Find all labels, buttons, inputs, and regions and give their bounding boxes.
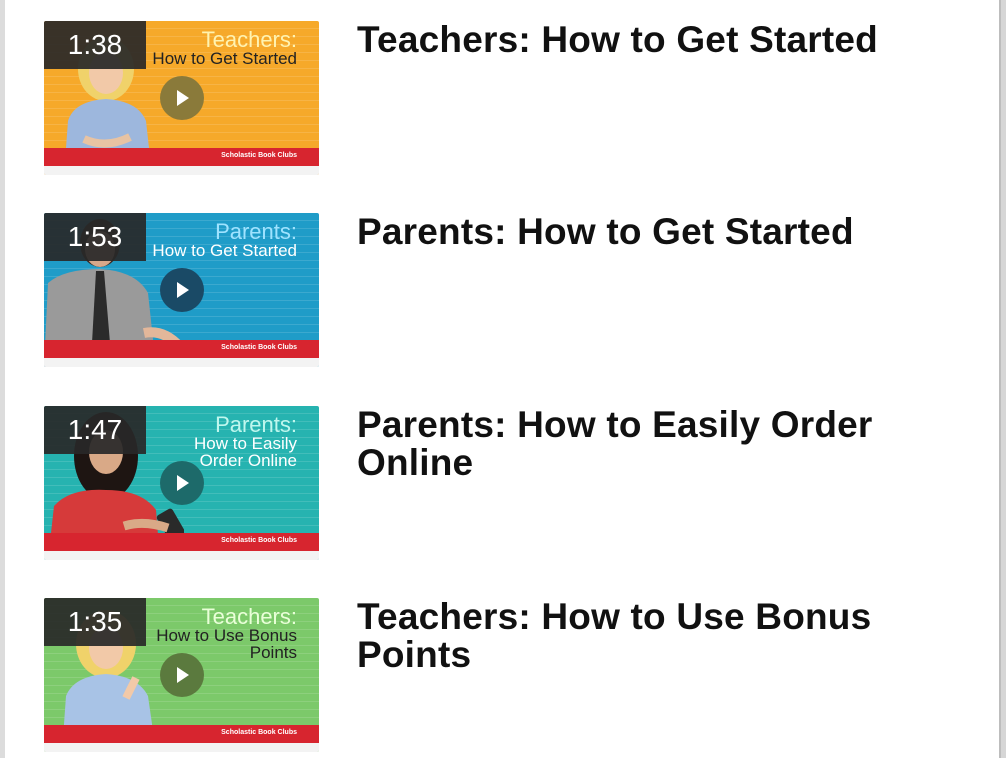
thumbnail-heading: Parents: — [215, 412, 297, 437]
thumbnail-bottom-strip — [44, 358, 319, 367]
video-item-teachers-bonus-points[interactable]: Teachers: How to Use Bonus Points Schola… — [44, 598, 984, 752]
play-icon[interactable] — [160, 76, 204, 120]
duration-badge: 1:38 — [44, 21, 146, 69]
play-icon[interactable] — [160, 461, 204, 505]
video-thumbnail[interactable]: Teachers: How to Use Bonus Points Schola… — [44, 598, 319, 752]
duration-badge: 1:47 — [44, 406, 146, 454]
video-title[interactable]: Parents: How to Easily Order Online — [357, 406, 957, 482]
video-title[interactable]: Teachers: How to Get Started — [357, 21, 957, 59]
thumbnail-heading: Teachers: — [201, 604, 297, 629]
thumbnail-footer-bar: Scholastic Book Clubs — [44, 340, 319, 358]
play-icon[interactable] — [160, 653, 204, 697]
thumbnail-footer-text: Scholastic Book Clubs — [221, 344, 297, 351]
video-thumbnail[interactable]: Parents: How to Easily Order Online Scho… — [44, 406, 319, 560]
thumbnail-footer-bar: Scholastic Book Clubs — [44, 725, 319, 743]
duration-badge: 1:53 — [44, 213, 146, 261]
video-thumbnail[interactable]: Parents: How to Get Started Scholastic B… — [44, 213, 319, 367]
thumbnail-heading: Teachers: — [201, 27, 297, 52]
left-frame-edge — [0, 0, 5, 758]
video-title[interactable]: Parents: How to Get Started — [357, 213, 957, 251]
thumbnail-bottom-strip — [44, 743, 319, 752]
video-thumbnail[interactable]: Teachers: How to Get Started Scholastic … — [44, 21, 319, 175]
thumbnail-heading: Parents: — [215, 219, 297, 244]
thumbnail-footer-text: Scholastic Book Clubs — [221, 152, 297, 159]
thumbnail-footer-bar: Scholastic Book Clubs — [44, 148, 319, 166]
thumbnail-footer-text: Scholastic Book Clubs — [221, 729, 297, 736]
thumbnail-footer-bar: Scholastic Book Clubs — [44, 533, 319, 551]
video-title[interactable]: Teachers: How to Use Bonus Points — [357, 598, 957, 674]
duration-badge: 1:35 — [44, 598, 146, 646]
video-item-parents-get-started[interactable]: Parents: How to Get Started Scholastic B… — [44, 213, 984, 367]
thumbnail-footer-text: Scholastic Book Clubs — [221, 537, 297, 544]
scrollbar-track[interactable] — [999, 0, 1006, 758]
video-item-teachers-get-started[interactable]: Teachers: How to Get Started Scholastic … — [44, 21, 984, 175]
thumbnail-subtitle: How to Get Started — [152, 241, 297, 260]
thumbnail-bottom-strip — [44, 166, 319, 175]
play-icon[interactable] — [160, 268, 204, 312]
video-item-parents-order-online[interactable]: Parents: How to Easily Order Online Scho… — [44, 406, 984, 560]
thumbnail-bottom-strip — [44, 551, 319, 560]
thumbnail-subtitle: How to Get Started — [152, 49, 297, 68]
